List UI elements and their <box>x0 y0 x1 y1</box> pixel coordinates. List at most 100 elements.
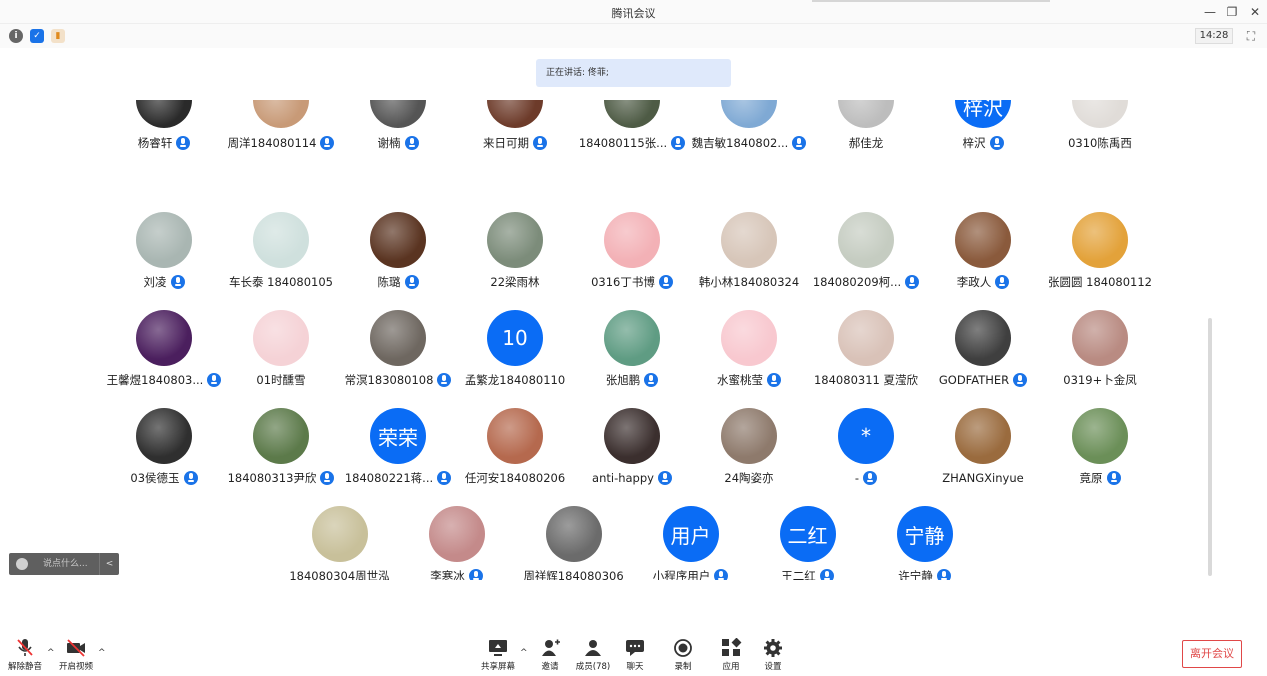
participant-tile[interactable]: 韩小林184080324 <box>691 198 807 289</box>
participant-tile[interactable]: 10 孟繁龙184080110 <box>457 296 573 387</box>
participant-name-text: 184080221蒋... <box>344 471 434 485</box>
avatar <box>1072 310 1128 366</box>
participant-tile[interactable]: 宁静 许宁静 <box>867 492 983 580</box>
participant-tile[interactable]: 184080311 夏滢欣 <box>808 296 924 387</box>
participant-tile[interactable]: ZHANGXinyue <box>925 394 1041 485</box>
avatar <box>136 100 192 128</box>
share-screen-button[interactable]: 共享屏幕 <box>474 638 522 672</box>
meeting-timer: 14:28 <box>1195 28 1233 44</box>
settings-label: 设置 <box>764 662 782 672</box>
participant-tile[interactable]: 0316丁书博 <box>574 198 690 289</box>
participant-tile[interactable]: 来日可期 <box>457 100 573 164</box>
start-video-button[interactable]: 开启视频 <box>52 638 100 672</box>
participant-tile[interactable]: 周洋184080114 <box>223 100 339 164</box>
avatar <box>487 408 543 464</box>
participant-tile[interactable]: 常溟183080108 <box>340 296 456 387</box>
participant-tile[interactable]: 车长泰 184080105 <box>223 198 339 289</box>
avatar <box>955 408 1011 464</box>
participant-tile[interactable]: * - <box>808 394 924 485</box>
speaking-indicator: 正在讲话: 佟菲; <box>536 59 731 87</box>
participant-name-text: 184080304周世泓 <box>289 569 390 580</box>
chat-button[interactable]: 聊天 <box>611 638 659 672</box>
record-button[interactable]: 录制 <box>659 638 707 672</box>
participant-tile[interactable]: 王馨煜1840803... <box>106 296 222 387</box>
participant-tile[interactable]: 184080313尹欣 <box>223 394 339 485</box>
settings-button[interactable]: 设置 <box>749 638 797 672</box>
mic-icon <box>714 569 729 580</box>
signal-icon[interactable]: ▮ <box>51 29 65 43</box>
chat-collapse-button[interactable]: < <box>99 553 119 575</box>
apps-button[interactable]: 应用 <box>707 638 755 672</box>
participant-tile[interactable]: 184080115张... <box>574 100 690 164</box>
participant-name-text: 刘凌 <box>143 275 167 289</box>
avatar <box>604 100 660 128</box>
participant-tile[interactable]: 杨睿轩 <box>106 100 222 164</box>
emoji-icon[interactable] <box>16 558 28 570</box>
mic-icon <box>404 275 419 289</box>
participant-tile[interactable]: 用户 小程序用户 <box>633 492 749 580</box>
mic-icon <box>183 471 198 485</box>
record-label: 录制 <box>674 662 692 672</box>
participant-tile[interactable]: 郝佳龙 <box>808 100 924 164</box>
participant-tile[interactable]: 李寒冰 <box>399 492 515 580</box>
participant-tile[interactable]: 梓沢 梓沢 <box>925 100 1041 164</box>
invite-button[interactable]: 邀请 <box>526 638 574 672</box>
video-options-caret[interactable]: ^ <box>98 648 106 658</box>
participant-tile[interactable]: 周祥辉184080306 <box>516 492 632 580</box>
participant-tile[interactable]: 01时醺雪 <box>223 296 339 387</box>
chat-label: 聊天 <box>626 662 644 672</box>
participant-name-text: 周祥辉184080306 <box>523 569 624 580</box>
participant-tile[interactable]: 任河安184080206 <box>457 394 573 485</box>
fullscreen-icon[interactable]: ⛶ <box>1243 28 1259 44</box>
mic-icon <box>1106 471 1121 485</box>
participant-tile[interactable]: 荣荣 184080221蒋... <box>340 394 456 485</box>
chat-input[interactable]: 说点什么... <box>43 558 88 570</box>
participant-tile[interactable]: 二红 王二红 <box>750 492 866 580</box>
participant-tile[interactable]: 李政人 <box>925 198 1041 289</box>
avatar <box>370 100 426 128</box>
avatar <box>955 212 1011 268</box>
participant-tile[interactable]: 竟原 <box>1042 394 1158 485</box>
avatar <box>370 212 426 268</box>
grid-scrollbar[interactable] <box>1208 318 1212 576</box>
participant-tile[interactable]: 魏吉敏1840802... <box>691 100 807 164</box>
participant-tile[interactable]: 184080304周世泓 <box>282 492 398 580</box>
participant-tile[interactable]: 水蜜桃莹 <box>691 296 807 387</box>
info-bar: i ✓ ▮ 14:28 ⛶ <box>0 24 1267 48</box>
participant-tile[interactable]: 24陶姿亦 <box>691 394 807 485</box>
avatar: 用户 <box>662 506 719 562</box>
participant-tile[interactable]: anti-happy <box>574 394 690 485</box>
unmute-button[interactable]: 解除静音 <box>1 638 49 672</box>
mic-icon <box>989 136 1004 150</box>
close-button[interactable]: ✕ <box>1245 2 1265 22</box>
participant-tile[interactable]: 刘凌 <box>106 198 222 289</box>
shield-icon[interactable]: ✓ <box>30 29 44 43</box>
screen-share-icon <box>489 640 507 656</box>
avatar <box>721 408 777 464</box>
restore-button[interactable]: ❐ <box>1222 2 1242 22</box>
info-icon[interactable]: i <box>9 29 23 43</box>
participant-tile[interactable]: 0310陈禹西 <box>1042 100 1158 164</box>
participant-tile[interactable]: 陈璐 <box>340 198 456 289</box>
participant-tile[interactable]: 张旭鹏 <box>574 296 690 387</box>
participant-tile[interactable]: GODFATHER <box>925 296 1041 387</box>
participant-name-text: 李政人 <box>956 275 992 289</box>
leave-meeting-button[interactable]: 离开会议 <box>1182 640 1242 668</box>
participant-tile[interactable]: 谢楠 <box>340 100 456 164</box>
avatar <box>253 100 309 128</box>
participant-name-text: 杨睿轩 <box>137 136 173 150</box>
participant-tile[interactable]: 184080209柯... <box>808 198 924 289</box>
minimize-button[interactable]: — <box>1200 2 1220 22</box>
participant-tile[interactable]: 0319+卜金凤 <box>1042 296 1158 387</box>
chat-box[interactable]: 说点什么... < <box>9 553 119 575</box>
members-button[interactable]: 成员(78) <box>569 638 617 672</box>
participant-name-text: 184080209柯... <box>812 275 902 289</box>
participant-name-text: 魏吉敏1840802... <box>691 136 789 150</box>
avatar <box>428 506 485 562</box>
participant-name: 0319+卜金凤 <box>1028 372 1172 388</box>
participant-tile[interactable]: 03侯德玉 <box>106 394 222 485</box>
participant-name-text: 韩小林184080324 <box>698 275 800 289</box>
participant-tile[interactable]: 张圆圆 184080112 <box>1042 198 1158 289</box>
participant-tile[interactable]: 22梁雨林 <box>457 198 573 289</box>
participant-name-text: 01时醺雪 <box>256 373 306 387</box>
